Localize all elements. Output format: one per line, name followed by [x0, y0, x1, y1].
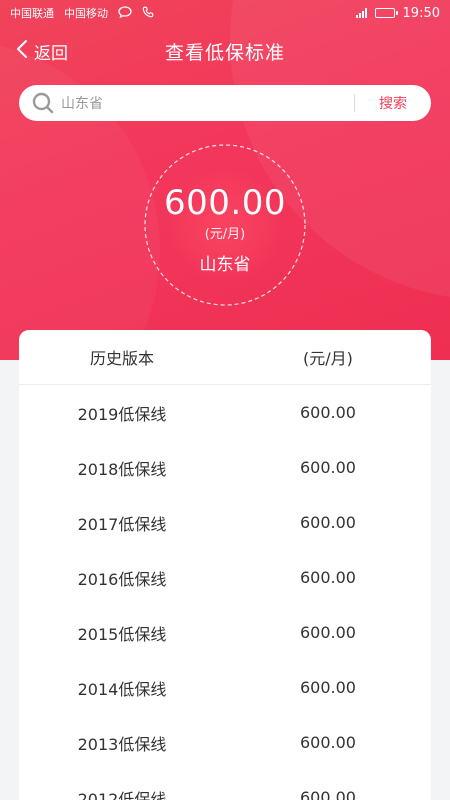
status-bar: 中国联通 中国移动 19:50	[0, 0, 450, 26]
row-year: 2012低保线	[77, 789, 167, 800]
row-value: 600.00	[300, 788, 356, 800]
history-table: 历史版本 (元/月) 2019低保线 600.00 2018低保线 600.00…	[19, 330, 431, 800]
table-row[interactable]: 2014低保线 600.00	[19, 660, 431, 715]
search-button[interactable]: 搜索	[355, 93, 431, 113]
search-bar: 搜索	[19, 85, 431, 121]
message-icon	[118, 5, 132, 21]
amount-region: 山东省	[199, 255, 251, 275]
signal-icon	[355, 8, 367, 18]
row-year: 2013低保线	[77, 734, 167, 754]
table-row[interactable]: 2013低保线 600.00	[19, 715, 431, 770]
row-year: 2016低保线	[77, 569, 167, 589]
row-year: 2018低保线	[77, 459, 167, 479]
carrier-2: 中国移动	[64, 7, 108, 20]
nav-bar: 返回 查看低保标准	[0, 28, 450, 74]
table-row[interactable]: 2018低保线 600.00	[19, 440, 431, 495]
table-row[interactable]: 2015低保线 600.00	[19, 605, 431, 660]
header-unit: (元/月)	[303, 349, 353, 368]
row-year: 2017低保线	[77, 514, 167, 534]
phone-icon	[142, 6, 154, 21]
table-row[interactable]: 2017低保线 600.00	[19, 495, 431, 550]
table-row[interactable]: 2012低保线 600.00	[19, 770, 431, 800]
row-value: 600.00	[300, 568, 356, 587]
table-header: 历史版本 (元/月)	[19, 330, 431, 385]
battery-icon	[374, 8, 398, 18]
table-body: 2019低保线 600.00 2018低保线 600.00 2017低保线 60…	[19, 385, 431, 800]
row-value: 600.00	[300, 733, 356, 752]
table-row[interactable]: 2019低保线 600.00	[19, 385, 431, 440]
row-value: 600.00	[300, 678, 356, 697]
table-row[interactable]: 2016低保线 600.00	[19, 550, 431, 605]
header-version: 历史版本	[89, 349, 154, 368]
amount-value: 600.00	[164, 183, 286, 223]
row-year: 2019低保线	[77, 404, 167, 424]
clock: 19:50	[402, 5, 440, 21]
row-value: 600.00	[300, 458, 356, 477]
row-year: 2015低保线	[77, 624, 167, 644]
chevron-left-icon	[16, 39, 28, 64]
carrier-1: 中国联通	[10, 7, 54, 20]
row-value: 600.00	[300, 623, 356, 642]
back-button[interactable]: 返回	[16, 39, 68, 64]
row-value: 600.00	[300, 513, 356, 532]
search-icon	[31, 91, 55, 115]
amount-display: 600.00 (元/月) 山东省	[143, 143, 307, 307]
status-right: 19:50	[355, 5, 440, 21]
row-year: 2014低保线	[77, 679, 167, 699]
back-label: 返回	[34, 43, 68, 64]
amount-unit: (元/月)	[204, 227, 246, 242]
search-input[interactable]	[61, 95, 354, 111]
amount-content: 600.00 (元/月) 山东省	[143, 143, 307, 307]
row-value: 600.00	[300, 403, 356, 422]
status-left: 中国联通 中国移动	[10, 5, 154, 21]
